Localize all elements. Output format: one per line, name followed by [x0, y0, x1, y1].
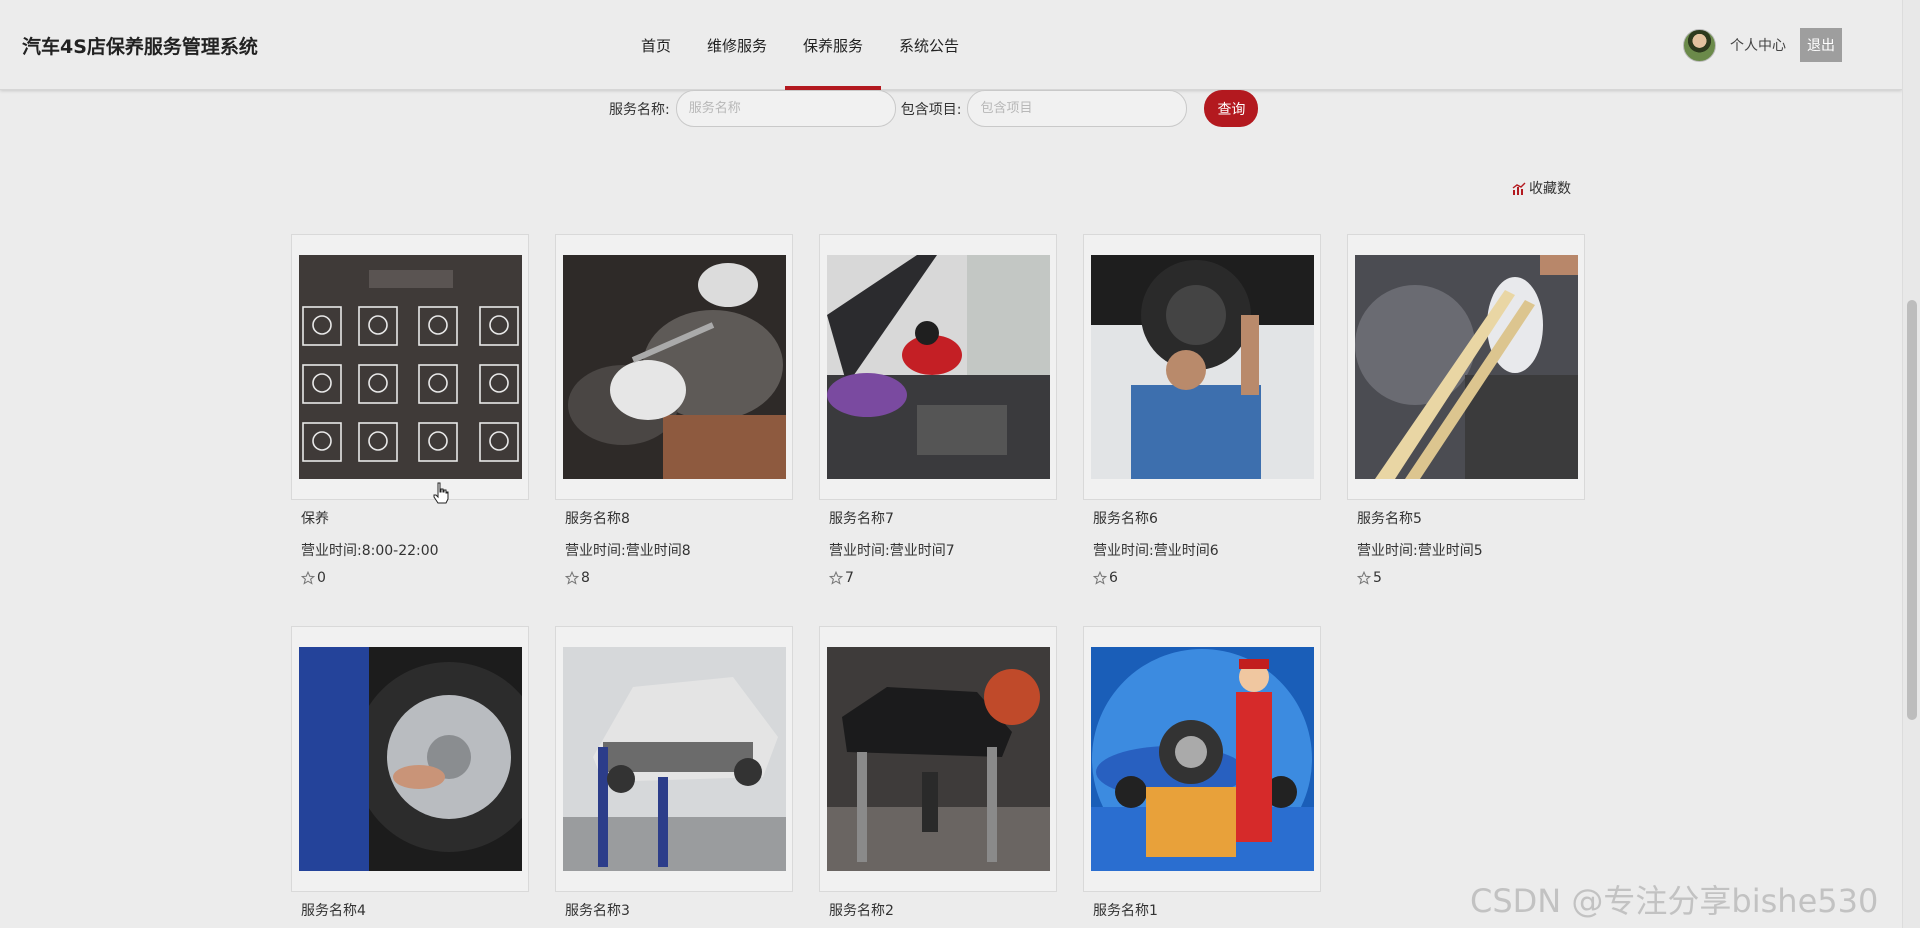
sort-label: 收藏数 [1529, 181, 1571, 197]
business-hours: 营业时间:营业时间7 [829, 543, 955, 559]
scroll-thumb[interactable] [1907, 300, 1917, 720]
service-card[interactable]: 保养 营业时间:8:00-22:00 0 [291, 234, 529, 586]
favorite-count: 0 [301, 570, 529, 586]
service-name: 服务名称2 [829, 903, 894, 919]
favorite-count: 5 [1357, 570, 1585, 586]
wheel-service-image [298, 647, 522, 871]
service-card[interactable]: 服务名称2 [819, 626, 1057, 920]
service-image-frame[interactable] [819, 626, 1057, 892]
nav-item-maintenance[interactable]: 保养服务 [785, 0, 882, 90]
sort-by-favorites[interactable]: 收藏数 [1512, 178, 1571, 198]
service-image-frame[interactable] [1347, 234, 1585, 500]
main-nav: 首页 维修服务 保养服务 系统公告 [623, 0, 977, 90]
business-hours: 营业时间:营业时间5 [1357, 543, 1483, 559]
service-name: 服务名称4 [301, 903, 366, 919]
logout-button[interactable]: 退出 [1800, 28, 1842, 62]
site-title: 汽车4S店保养服务管理系统 [22, 36, 258, 58]
hood-repair-image [826, 255, 1050, 479]
star-icon [829, 571, 843, 585]
service-card[interactable]: 服务名称1 [1083, 626, 1321, 920]
service-name: 保养 [301, 511, 329, 527]
favorite-count-value: 7 [845, 570, 854, 586]
nav-item-announcement[interactable]: 系统公告 [881, 0, 977, 90]
service-card[interactable]: 服务名称4 [291, 626, 529, 920]
star-icon [301, 571, 315, 585]
avatar[interactable] [1683, 28, 1716, 62]
service-card[interactable]: 服务名称3 [555, 626, 793, 920]
nav-item-home[interactable]: 首页 [623, 0, 689, 90]
included-items-input[interactable] [967, 90, 1188, 127]
page-scrollbar[interactable] [1902, 0, 1920, 928]
service-name: 服务名称8 [565, 511, 630, 527]
service-name: 服务名称6 [1093, 511, 1158, 527]
service-card[interactable]: 服务名称6 营业时间:营业时间6 6 [1083, 234, 1321, 586]
car-lift-image [562, 647, 786, 871]
cartoon-mechanic-image [1090, 647, 1314, 871]
service-card[interactable]: 服务名称5 营业时间:营业时间5 5 [1347, 234, 1585, 586]
favorite-count: 6 [1093, 570, 1321, 586]
service-image-frame[interactable] [291, 626, 529, 892]
star-icon [565, 571, 579, 585]
service-image-frame[interactable] [1083, 234, 1321, 500]
service-name: 服务名称1 [1093, 903, 1158, 919]
service-name-input[interactable] [675, 90, 896, 127]
service-image-frame[interactable] [555, 234, 793, 500]
star-icon [1357, 571, 1371, 585]
service-image-frame[interactable] [1083, 626, 1321, 892]
service-image-frame[interactable] [291, 234, 529, 500]
garage-image [826, 647, 1050, 871]
business-hours: 营业时间:8:00-22:00 [301, 543, 439, 559]
included-items-label: 包含项目: [900, 101, 962, 118]
favorite-count: 8 [565, 570, 793, 586]
service-image-frame[interactable] [819, 234, 1057, 500]
underbody-repair-image [1090, 255, 1314, 479]
favorite-count-value: 5 [1373, 570, 1382, 586]
star-icon [1093, 571, 1107, 585]
search-bar: 服务名称: 包含项目: 查询 [609, 90, 1259, 127]
service-name-label: 服务名称: [609, 101, 670, 118]
nav-item-repair[interactable]: 维修服务 [689, 0, 785, 90]
business-hours: 营业时间:营业时间8 [565, 543, 691, 559]
favorite-count: 7 [829, 570, 1057, 586]
service-category-image [298, 255, 522, 479]
service-image-frame[interactable] [555, 626, 793, 892]
engine-repair-image [562, 255, 786, 479]
favorite-count-value: 6 [1109, 570, 1118, 586]
service-grid: 保养 营业时间:8:00-22:00 0 服务名称8 营业时间:营业时间8 8 [291, 234, 1585, 920]
service-name: 服务名称5 [1357, 511, 1422, 527]
hand-cursor-icon [433, 482, 449, 504]
service-name: 服务名称7 [829, 511, 894, 527]
user-center-link[interactable]: 个人中心 [1730, 35, 1786, 55]
search-button[interactable]: 查询 [1204, 90, 1259, 127]
service-name: 服务名称3 [565, 903, 630, 919]
favorite-count-value: 0 [317, 570, 326, 586]
service-card[interactable]: 服务名称8 营业时间:营业时间8 8 [555, 234, 793, 586]
business-hours: 营业时间:营业时间6 [1093, 543, 1219, 559]
top-header: 汽车4S店保养服务管理系统 首页 维修服务 保养服务 系统公告 个人中心 退出 [0, 0, 1902, 90]
bar-chart-icon [1512, 182, 1526, 195]
user-area: 个人中心 退出 [1683, 28, 1842, 62]
engine-check-image [1354, 255, 1578, 479]
watermark: CSDN @专注分享bishe530 [1470, 882, 1879, 920]
service-card[interactable]: 服务名称7 营业时间:营业时间7 7 [819, 234, 1057, 586]
favorite-count-value: 8 [581, 570, 590, 586]
